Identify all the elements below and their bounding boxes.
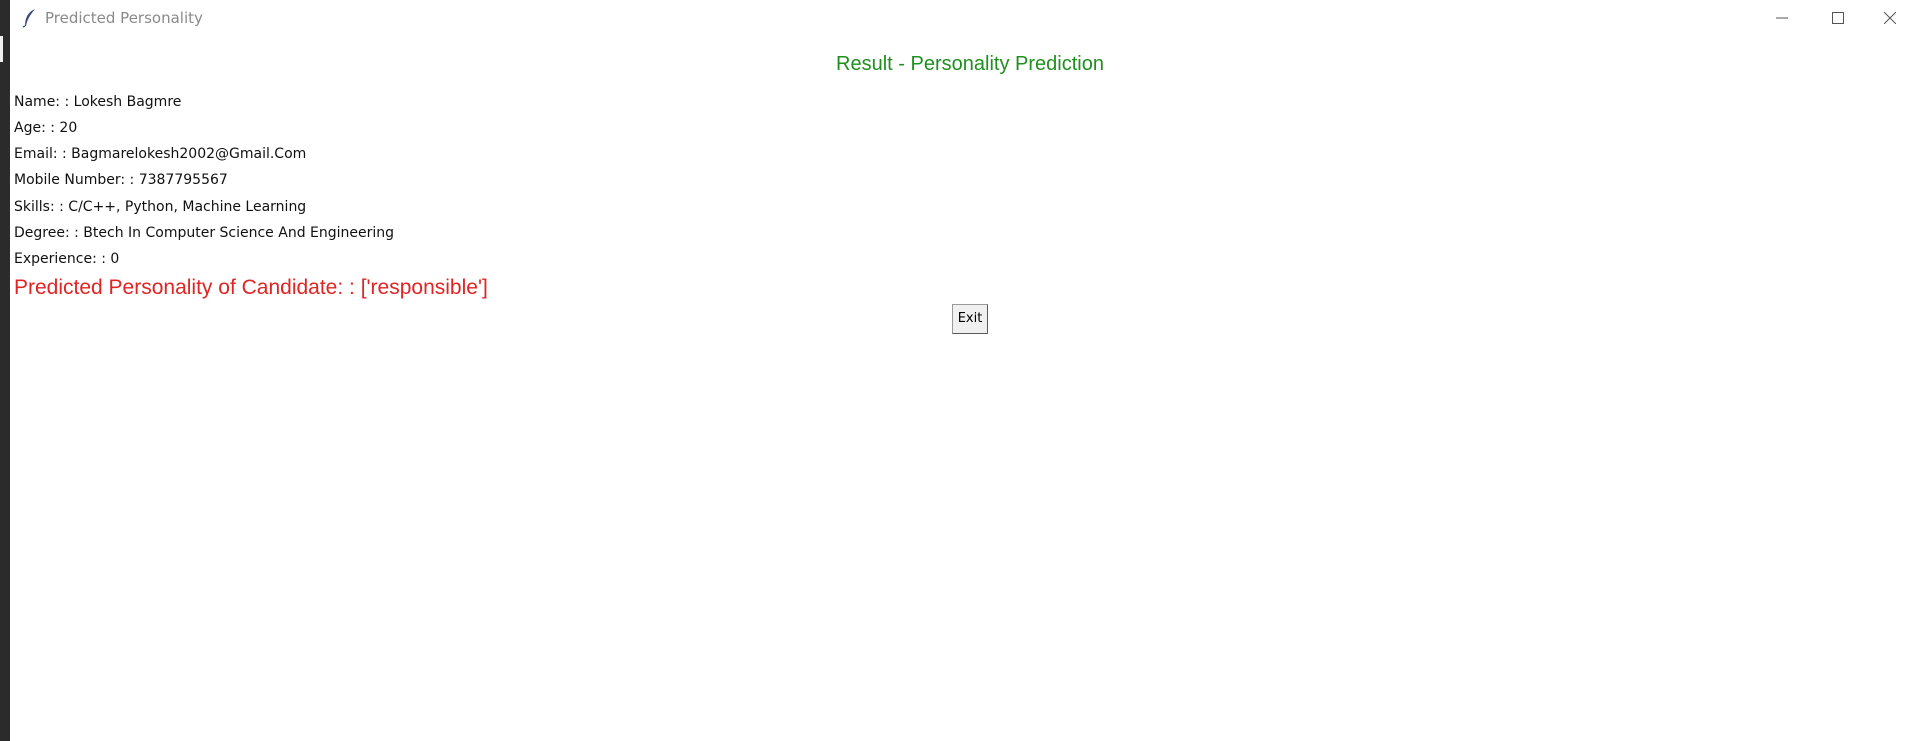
maximize-button[interactable] [1810, 0, 1866, 36]
screen: Predicted Personality Result - Personali… [0, 0, 1916, 741]
degree-label: Degree: [14, 225, 70, 241]
title-bar[interactable]: Predicted Personality [10, 0, 1916, 36]
close-button[interactable] [1862, 0, 1916, 36]
experience-label: Experience: [14, 251, 97, 267]
prediction-label: Predicted Personality of Candidate: [14, 276, 344, 299]
experience-row: Experience: : 0 [14, 251, 119, 267]
email-value: : Bagmarelokesh2002@Gmail.Com [62, 146, 307, 162]
email-row: Email: : Bagmarelokesh2002@Gmail.Com [14, 146, 306, 162]
window-content: Result - Personality Prediction Name: : … [10, 36, 1916, 741]
minimize-icon [1776, 17, 1788, 19]
close-icon [1884, 12, 1896, 24]
degree-row: Degree: : Btech In Computer Science And … [14, 225, 394, 241]
exit-button[interactable]: Exit [952, 304, 988, 334]
age-value: : 20 [50, 120, 78, 136]
skills-value: : C/C++, Python, Machine Learning [59, 199, 307, 215]
minimize-button[interactable] [1754, 0, 1810, 36]
mobile-label: Mobile Number: [14, 172, 126, 188]
age-row: Age: : 20 [14, 120, 77, 136]
feather-icon [22, 8, 38, 28]
mobile-row: Mobile Number: : 7387795567 [14, 172, 228, 188]
age-label: Age: [14, 120, 46, 136]
maximize-icon [1832, 12, 1844, 24]
name-row: Name: : Lokesh Bagmre [14, 94, 181, 110]
app-window: Predicted Personality Result - Personali… [10, 0, 1916, 741]
page-title: Result - Personality Prediction [836, 53, 1104, 75]
experience-value: : 0 [101, 251, 120, 267]
name-value: : Lokesh Bagmre [64, 94, 182, 110]
prediction-value: : ['responsible'] [349, 276, 488, 299]
window-title: Predicted Personality [45, 9, 203, 27]
name-label: Name: [14, 94, 61, 110]
degree-value: : Btech In Computer Science And Engineer… [74, 225, 395, 241]
prediction-result: Predicted Personality of Candidate: : ['… [14, 276, 488, 300]
skills-label: Skills: [14, 199, 55, 215]
desktop-edge [0, 0, 10, 741]
skills-row: Skills: : C/C++, Python, Machine Learnin… [14, 199, 306, 215]
mobile-value: : 7387795567 [129, 172, 228, 188]
desktop-edge-indicator [0, 36, 3, 62]
email-label: Email: [14, 146, 58, 162]
